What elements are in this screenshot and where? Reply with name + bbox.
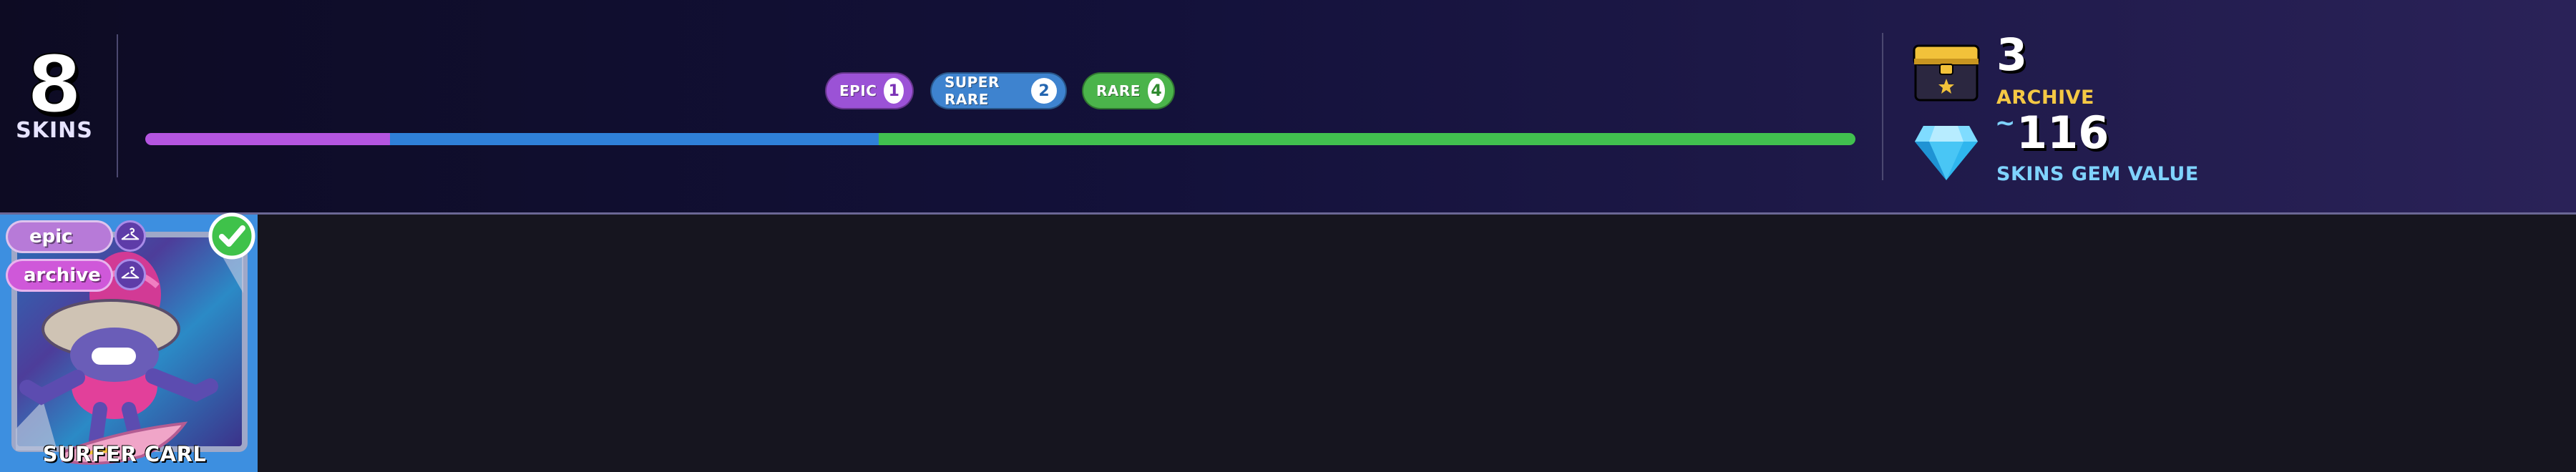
divider-left bbox=[117, 34, 118, 177]
skins-count-label: SKINS bbox=[16, 118, 93, 143]
skin-name: SURFER CARL bbox=[42, 442, 207, 466]
card-tag-epic: epic bbox=[6, 220, 113, 253]
rarity-distribution-bar bbox=[145, 133, 1855, 145]
rarity-bar-segment-super-rare bbox=[389, 133, 879, 145]
rarity-bar-segment-rare bbox=[879, 133, 1855, 145]
rarity-chip-count: 4 bbox=[1147, 78, 1165, 104]
rarity-chip-rare[interactable]: RARE 4 bbox=[1082, 72, 1175, 109]
rarity-chip-count: 2 bbox=[1031, 78, 1057, 104]
gem-value: 116 bbox=[2016, 107, 2109, 159]
hanger-icon[interactable] bbox=[114, 220, 146, 252]
rarity-chip-label: EPIC bbox=[839, 82, 877, 99]
gem-value-label: SKINS GEM VALUE bbox=[1996, 163, 2199, 185]
skins-summary-header: 8 SKINS EPIC 1 SUPER RARE 2 RARE 4 3 ARC… bbox=[0, 0, 2576, 215]
skins-count-block: 8 SKINS bbox=[14, 39, 94, 157]
rarity-bar-segment-epic bbox=[145, 133, 390, 145]
hanger-icon[interactable] bbox=[114, 259, 146, 290]
check-icon bbox=[208, 212, 255, 260]
archive-label: ARCHIVE bbox=[1996, 87, 2094, 109]
rarity-chip-count: 1 bbox=[884, 78, 904, 104]
rarity-chip-super-rare[interactable]: SUPER RARE 2 bbox=[930, 72, 1067, 109]
rarity-chip-label: SUPER RARE bbox=[945, 74, 1000, 108]
archive-count: 3 bbox=[1996, 29, 2028, 81]
skins-count: 8 bbox=[26, 39, 83, 130]
approx-symbol: ~ bbox=[1995, 109, 2016, 137]
archive-chest-icon bbox=[1913, 44, 1980, 102]
divider-right bbox=[1882, 33, 1883, 180]
card-tag-archive: archive bbox=[6, 259, 113, 292]
rarity-chip-label: RARE bbox=[1096, 82, 1141, 99]
gem-icon bbox=[1915, 126, 1978, 180]
rarity-chip-epic[interactable]: EPIC 1 bbox=[825, 72, 914, 109]
